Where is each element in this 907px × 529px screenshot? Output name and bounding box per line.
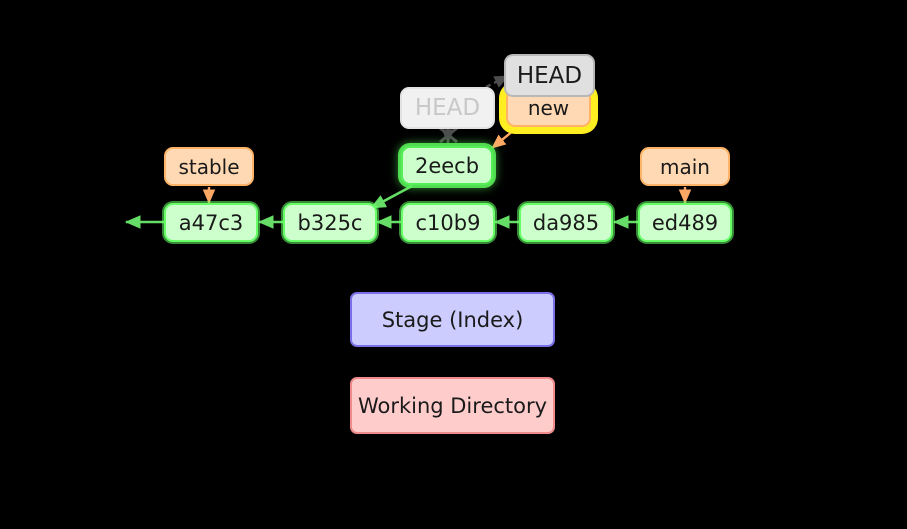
branch-name: main	[660, 154, 710, 179]
working-directory-box[interactable]: Working Directory	[350, 377, 555, 434]
commit-node-b325c[interactable]: b325c	[283, 203, 377, 242]
head-label: HEAD	[516, 62, 583, 89]
commit-label: da985	[532, 210, 600, 235]
connector-layer	[124, 74, 692, 229]
head-label: HEAD	[414, 95, 481, 121]
head-pointer-previous: HEAD	[400, 87, 495, 129]
stage-index-box[interactable]: Stage (Index)	[350, 292, 555, 347]
commit-node-da985[interactable]: da985	[519, 203, 613, 242]
branch-name: stable	[178, 154, 240, 179]
commit-node-2eecb[interactable]: 2eecb	[401, 146, 493, 185]
commit-node-a47c3[interactable]: a47c3	[164, 203, 258, 242]
diagram-canvas: a47c3 b325c c10b9 da985 ed489 2eecb stab…	[0, 0, 907, 529]
commit-node-c10b9[interactable]: c10b9	[401, 203, 495, 242]
commit-node-ed489[interactable]: ed489	[638, 203, 732, 242]
edge-head-detached-crossed	[439, 126, 458, 144]
stage-label: Stage (Index)	[381, 307, 524, 332]
branch-label-main[interactable]: main	[640, 147, 730, 186]
edge-new-2eecb	[491, 125, 520, 149]
workdir-label: Working Directory	[357, 393, 548, 418]
commit-label: b325c	[297, 210, 363, 235]
head-pointer-active[interactable]: HEAD	[504, 54, 595, 97]
commit-label: ed489	[651, 210, 719, 235]
branch-name: new	[527, 96, 570, 120]
commit-label: a47c3	[178, 210, 244, 235]
commit-label: c10b9	[415, 210, 481, 235]
commit-label: 2eecb	[414, 153, 480, 178]
branch-label-stable[interactable]: stable	[164, 147, 254, 186]
